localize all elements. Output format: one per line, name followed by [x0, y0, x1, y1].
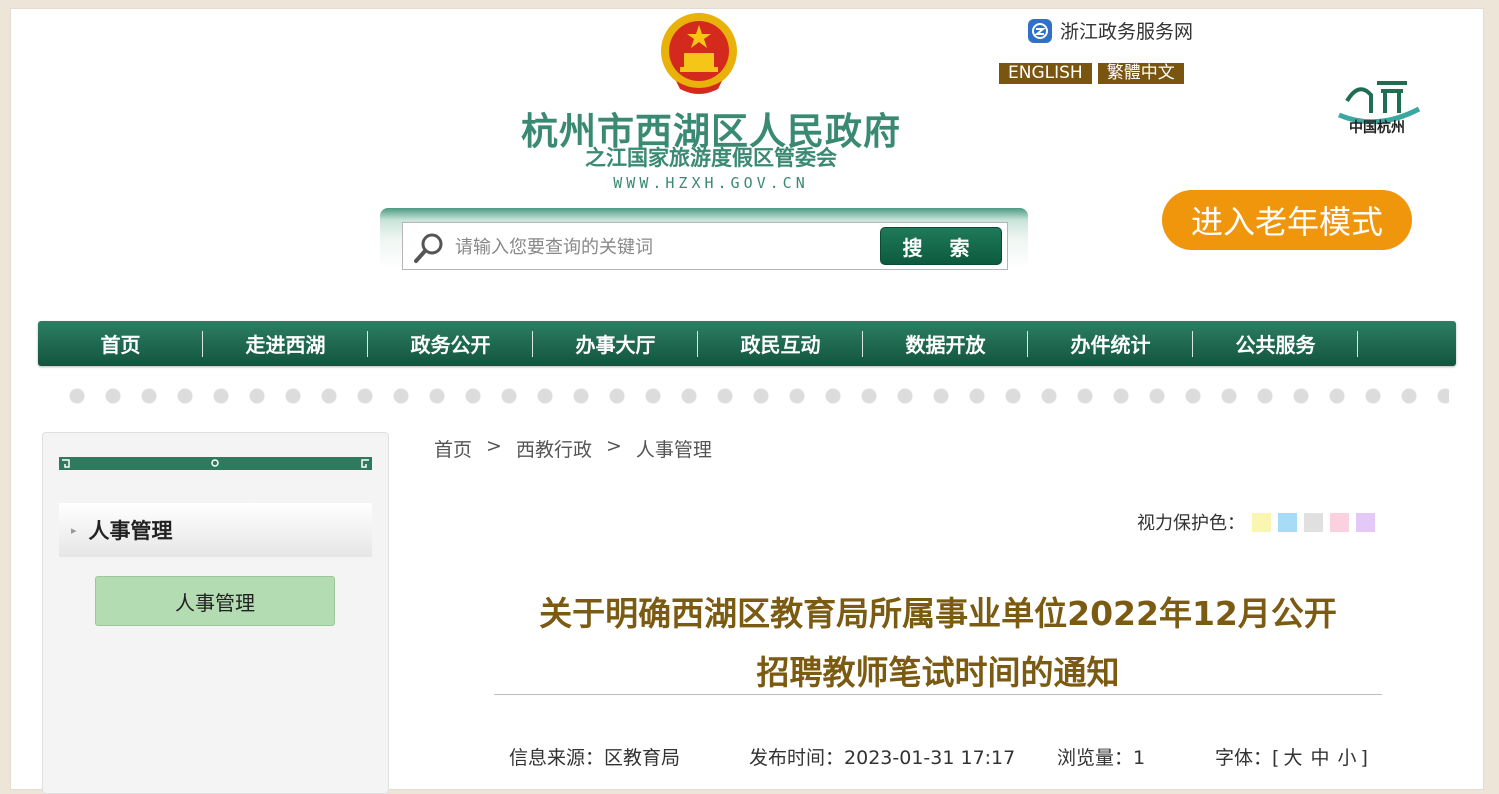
- font-size-control: 字体：[大中小]: [1215, 743, 1368, 770]
- dotted-divider: [59, 388, 1449, 404]
- search-input[interactable]: [453, 231, 877, 263]
- zj-portal-icon: [1028, 18, 1052, 43]
- traditional-chinese-button[interactable]: 繁體中文: [1097, 63, 1184, 84]
- font-label: 字体：: [1215, 747, 1273, 769]
- page-container: 杭州市西湖区人民政府 之江国家旅游度假区管委会 WWW.HZXH.GOV.CN …: [10, 8, 1484, 794]
- publish-label: 发布时间：: [749, 747, 845, 769]
- nav-item-service-hall[interactable]: 办事大厅: [533, 321, 698, 366]
- article-views: 浏览量：1: [1057, 743, 1215, 770]
- breadcrumb-separator: >: [605, 435, 622, 457]
- title-divider: [494, 694, 1382, 695]
- elder-mode-button[interactable]: 进入老年模式: [1162, 190, 1412, 250]
- color-swatch-purple[interactable]: [1356, 512, 1375, 532]
- language-switcher: ENGLISH 繁體中文: [999, 63, 1184, 84]
- nav-item-public-service[interactable]: 公共服务: [1193, 321, 1358, 366]
- eye-protection-label: 视力保护色：: [1137, 513, 1245, 534]
- source-label: 信息来源：: [509, 747, 605, 769]
- site-subtitle: 之江国家旅游度假区管委会: [585, 145, 837, 170]
- source-value: 区教育局: [604, 747, 681, 769]
- breadcrumb-education-admin[interactable]: 西教行政: [516, 435, 592, 462]
- nav-item-open-data[interactable]: 数据开放: [863, 321, 1028, 366]
- font-medium-button[interactable]: 中: [1310, 747, 1329, 769]
- breadcrumb-separator: >: [486, 435, 502, 457]
- eye-protection-colors: 视力保护色：: [1137, 509, 1375, 535]
- sidebar-decoration: [59, 457, 372, 470]
- color-swatch-gray[interactable]: [1304, 512, 1323, 532]
- nav-item-home[interactable]: 首页: [38, 321, 203, 366]
- sidebar: ▸ 人事管理 人事管理: [42, 432, 389, 794]
- search-bar: 搜 索: [380, 208, 1028, 276]
- sidebar-title-label: 人事管理: [88, 519, 173, 543]
- article-meta: 信息来源：区教育局 发布时间：2023-01-31 17:17 浏览量：1 字体…: [509, 743, 1389, 770]
- sidebar-title: ▸ 人事管理: [59, 503, 372, 557]
- article-publish-time: 发布时间：2023-01-31 17:17: [749, 743, 1057, 770]
- breadcrumb: 首页 > 西教行政 > 人事管理: [434, 435, 712, 462]
- font-large-button[interactable]: 大: [1283, 747, 1302, 769]
- nav-item-statistics[interactable]: 办件统计: [1028, 321, 1193, 366]
- sidebar-item-personnel[interactable]: 人事管理: [95, 576, 335, 626]
- search-icon: [414, 233, 443, 263]
- zj-portal-label: 浙江政务服务网: [1060, 21, 1194, 43]
- nav-item-about-xihu[interactable]: 走进西湖: [203, 321, 368, 366]
- font-bracket-close: ]: [1360, 747, 1368, 769]
- national-emblem-icon: [661, 13, 737, 94]
- nav-item-gov-affairs[interactable]: 政务公开: [368, 321, 533, 366]
- article-title: 关于明确西湖区教育局所属事业单位2022年12月公开 招聘教师笔试时间的通知: [494, 584, 1382, 702]
- hangzhou-logo-text: 中国杭州: [1349, 120, 1405, 136]
- breadcrumb-personnel[interactable]: 人事管理: [636, 435, 712, 462]
- site-url: WWW.HZXH.GOV.CN: [613, 174, 809, 192]
- views-label: 浏览量：: [1057, 747, 1134, 769]
- article-source: 信息来源：区教育局: [509, 743, 749, 770]
- zj-portal-link[interactable]: 浙江政务服务网: [1028, 17, 1193, 44]
- main-nav: 首页 走进西湖 政务公开 办事大厅 政民互动 数据开放 办件统计 公共服务: [38, 321, 1456, 366]
- font-bracket-open: [: [1272, 747, 1280, 769]
- search-button[interactable]: 搜 索: [880, 227, 1002, 265]
- color-swatch-yellow[interactable]: [1252, 512, 1271, 532]
- font-small-button[interactable]: 小: [1337, 747, 1356, 769]
- search-box: 搜 索: [402, 222, 1008, 270]
- english-button[interactable]: ENGLISH: [999, 63, 1092, 84]
- color-swatch-pink[interactable]: [1330, 512, 1349, 532]
- views-value: 1: [1133, 747, 1146, 769]
- breadcrumb-home[interactable]: 首页: [434, 435, 472, 462]
- nav-item-interaction[interactable]: 政民互动: [698, 321, 863, 366]
- color-swatch-blue[interactable]: [1278, 512, 1297, 532]
- publish-value: 2023-01-31 17:17: [844, 747, 1016, 769]
- chevron-right-icon: ▸: [71, 523, 77, 537]
- article-title-line-1: 关于明确西湖区教育局所属事业单位2022年12月公开: [539, 594, 1337, 633]
